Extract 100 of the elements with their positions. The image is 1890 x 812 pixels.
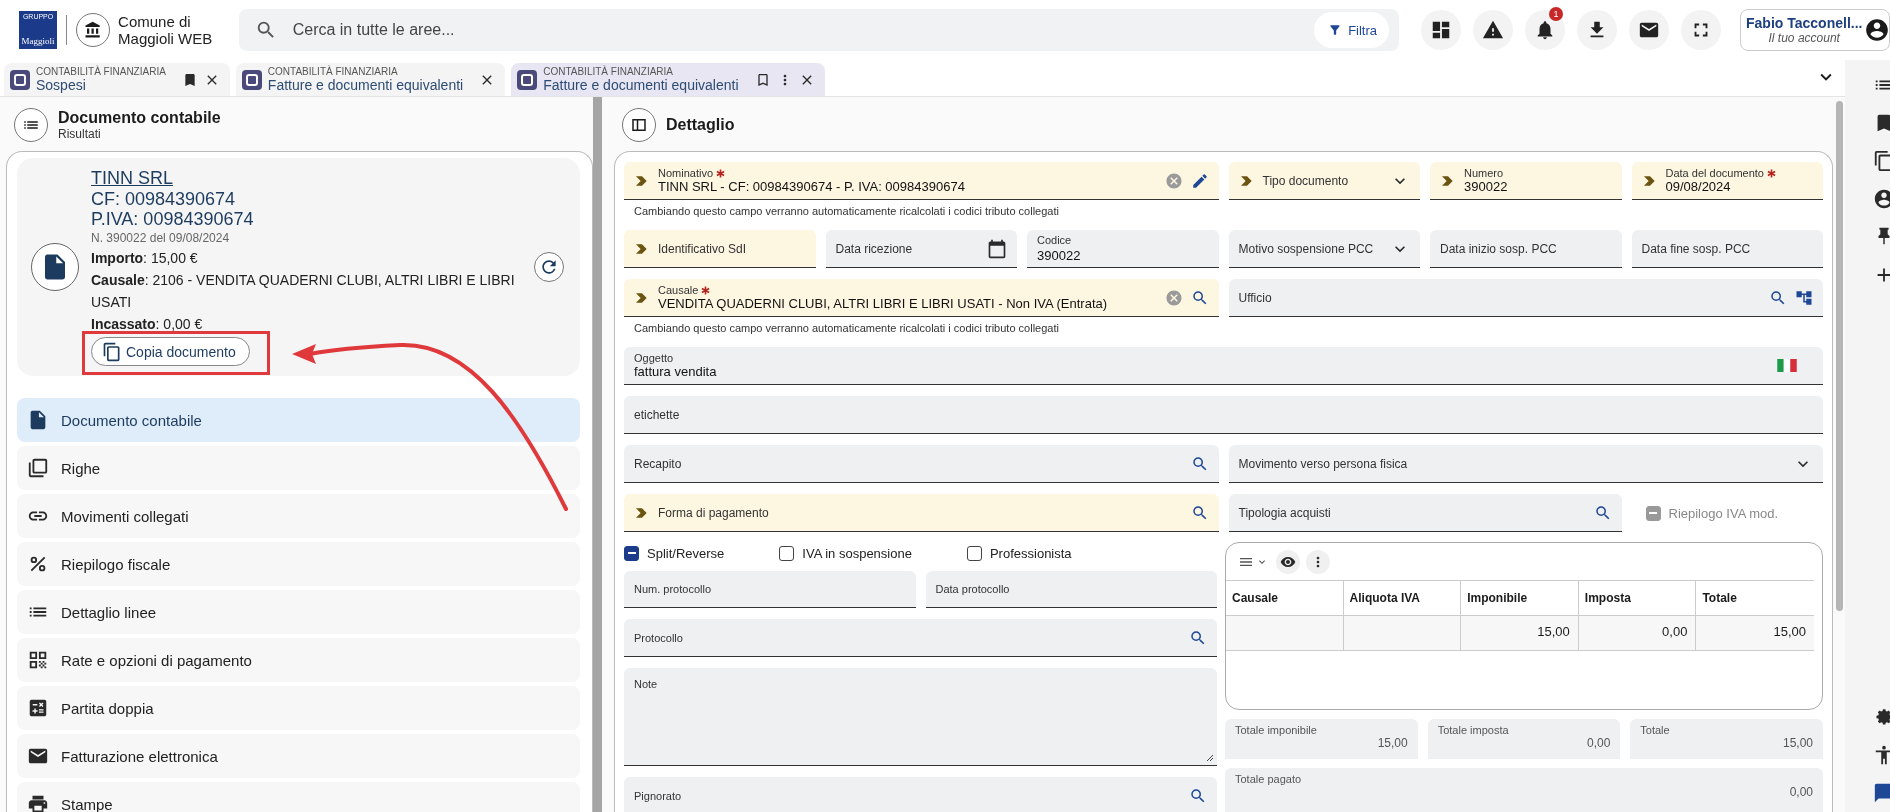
account-icon[interactable] (1873, 188, 1890, 210)
tab[interactable]: CONTABILITÀ FINANZIARIA Sospesi (4, 63, 230, 96)
table-cell: 0,00 (1578, 616, 1697, 651)
panel-title: Documento contabile (58, 109, 221, 127)
refresh-button[interactable] (534, 252, 564, 282)
search-icon[interactable] (1190, 454, 1209, 473)
fullscreen-button[interactable] (1681, 10, 1721, 50)
input-field[interactable]: Data inizio sosp. PCC (1430, 230, 1622, 268)
menu-item[interactable]: Movimenti collegati (17, 494, 580, 538)
company-link[interactable]: TINN SRL (91, 168, 522, 189)
calc-icon (27, 697, 49, 719)
checkbox-option[interactable]: Professionista (966, 542, 1072, 564)
select-field[interactable]: Tipo documento (1228, 162, 1420, 200)
menu-item[interactable]: Dettaglio linee (17, 590, 580, 634)
summary-detail: Incassato: 0,00 € (91, 315, 204, 334)
menu-item[interactable]: Riepilogo fiscale (17, 542, 580, 586)
mail-button[interactable] (1629, 10, 1669, 50)
select-field[interactable]: Motivo sospensione PCC (1228, 230, 1420, 268)
menu-item[interactable]: Rate e opzioni di pagamento (17, 638, 580, 682)
visibility-button[interactable] (1276, 549, 1300, 574)
menu-item[interactable]: Partita doppia (17, 686, 580, 730)
detail-title: Dettaglio (666, 116, 735, 134)
scrollbar[interactable] (1835, 101, 1843, 611)
app-icon (241, 69, 262, 90)
clear-icon[interactable] (1164, 288, 1183, 307)
qr-icon (27, 649, 49, 671)
input-field[interactable]: Data del documento 09/08/2024 (1631, 162, 1823, 200)
checkbox-option[interactable]: Split/Reverse (624, 542, 725, 564)
menu-item[interactable]: Stampe (17, 782, 580, 812)
notification-badge: 1 (1549, 7, 1563, 21)
account-icon (1864, 17, 1890, 43)
text-area[interactable]: Note (624, 668, 1217, 766)
pencil-icon[interactable] (1190, 171, 1209, 190)
checkbox-option[interactable]: IVA in sospensione (779, 542, 912, 564)
menu-item[interactable]: Fatturazione elettronica (17, 734, 580, 778)
download-button[interactable] (1577, 10, 1617, 50)
document-reference: N. 390022 del 09/08/2024 (91, 230, 231, 247)
search-icon[interactable] (1190, 288, 1209, 307)
input-field[interactable]: Data fine sosp. PCC (1631, 230, 1823, 268)
home-button[interactable] (76, 13, 111, 47)
input-field[interactable]: Codice 390022 (1027, 230, 1219, 268)
filter-button[interactable]: Filtra (1314, 12, 1389, 48)
panel-subtitle: Risultati (58, 127, 102, 141)
input-field[interactable]: Num. protocollo (624, 571, 916, 608)
search-field[interactable]: Cerca in tutte le aree... Filtra (238, 9, 1399, 51)
date-field[interactable]: Data ricezione (825, 230, 1017, 268)
clear-icon[interactable] (1164, 171, 1183, 190)
copy-icon[interactable] (1873, 150, 1890, 172)
list-button[interactable] (14, 108, 48, 142)
search-icon[interactable] (1769, 288, 1787, 307)
summary-detail: Importo: 15,00 € (91, 249, 199, 268)
bank-icon (84, 21, 103, 39)
search-field[interactable]: Causale VENDITA QUADERNI CLUBI, ALTRI LIBRI E LIBRI USATI - Non IVA (Entrata) (624, 279, 1219, 317)
flag-icon[interactable] (1777, 359, 1797, 372)
search-field[interactable]: Pignorato (624, 777, 1217, 812)
account-button[interactable]: Fabio Tacconell... Il tuo account (1740, 9, 1890, 51)
settings-icon[interactable] (1873, 706, 1890, 728)
search-icon[interactable] (1189, 786, 1207, 805)
field-hint: Cambiando questo campo verranno automaticamente ricalcolati i codici tributo collegati (634, 322, 1060, 334)
resize-handle-icon[interactable] (1204, 752, 1214, 762)
total-field: Totale imponibile 15,00 (1225, 719, 1418, 759)
notifications-button[interactable]: 1 (1525, 10, 1565, 50)
dashboard-icon (1430, 19, 1452, 41)
app-name: Comune di Maggioli WEB (118, 13, 214, 47)
tree-icon[interactable] (1795, 288, 1813, 307)
scrollbar[interactable] (593, 97, 602, 812)
summary-detail: Causale: 2106 - VENDITA QUADERNI CLUBI, ALTRI LIBRI E LIBRI USATI (91, 271, 516, 312)
refresh-icon (539, 257, 559, 277)
search-field[interactable]: Recapito (624, 445, 1219, 483)
input-field[interactable]: etichette (624, 396, 1823, 434)
input-field[interactable]: Data protocollo (925, 571, 1217, 608)
menu-item[interactable]: Documento contabile (17, 398, 580, 442)
search-field[interactable]: Forma di pagamento (624, 494, 1219, 532)
chat-icon[interactable] (1873, 782, 1890, 804)
calendar-icon[interactable] (987, 238, 1007, 259)
search-icon[interactable] (1593, 503, 1612, 522)
search-icon[interactable] (1189, 628, 1207, 647)
search-field[interactable]: Tipologia acquisti (1228, 494, 1622, 532)
table-cell: 15,00 (1461, 616, 1579, 651)
input-field[interactable]: Oggetto fattura vendita (624, 347, 1823, 385)
total-paid-field: Totale pagato 0,00 (1225, 768, 1823, 812)
search-field[interactable]: Protocollo (624, 619, 1217, 657)
app-icon (10, 69, 30, 90)
tab[interactable]: CONTABILITÀ FINANZIARIA Fatture e documenti equivalenti (511, 63, 825, 96)
input-field[interactable]: Numero 390022 (1430, 162, 1622, 200)
dashboard-button[interactable] (1421, 10, 1461, 50)
warning-icon (1482, 19, 1504, 41)
side-panel-button[interactable] (622, 108, 656, 142)
warning-button[interactable] (1473, 10, 1513, 50)
input-field[interactable]: Nominativo TINN SRL - CF: 00984390674 - P. IVA: 00984390674 (624, 162, 1219, 200)
tab[interactable]: CONTABILITÀ FINANZIARIA Fatture e documenti equivalenti (235, 63, 506, 96)
input-field[interactable]: Identificativo SdI (624, 230, 816, 268)
field-hint: Cambiando questo campo verranno automaticamente ricalcolati i codici tributo collegati (634, 205, 1060, 217)
tax-code: CF: 00984390674 (91, 189, 237, 209)
accessibility-icon[interactable] (1873, 744, 1890, 766)
search-icon[interactable] (1190, 503, 1209, 522)
copy-document-button[interactable]: Copia documento (91, 337, 250, 366)
search-field[interactable]: Ufficio (1228, 279, 1823, 317)
menu-item[interactable]: Righe (17, 446, 580, 490)
select-field[interactable]: Movimento verso persona fisica (1228, 445, 1823, 483)
